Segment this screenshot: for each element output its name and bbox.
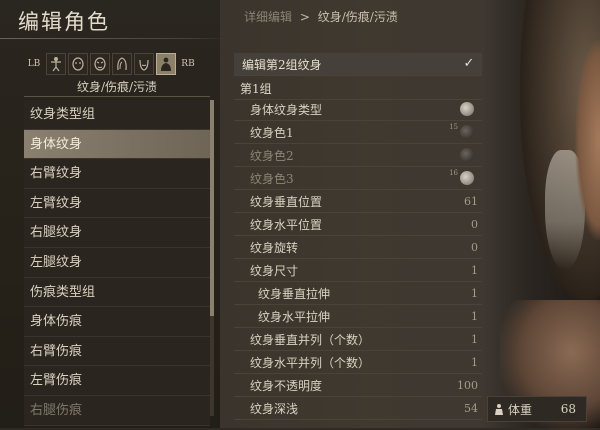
body-tattoo-type-row[interactable]: 身体纹身类型 xyxy=(234,98,482,121)
list-item-tattoo-type-group[interactable]: 纹身类型组 xyxy=(24,100,210,130)
breadcrumb-item-current: 纹身/伤痕/污渍 xyxy=(317,10,398,24)
list-item-right-leg-scar[interactable]: 右腿伤痕 xyxy=(24,395,210,426)
lb-button[interactable]: LB xyxy=(24,53,44,75)
tattoo-horizontal-position-row[interactable]: 纹身水平位置 0 xyxy=(234,213,482,236)
row-value: 1 xyxy=(471,286,478,300)
list-item-scar-type-group[interactable]: 伤痕类型组 xyxy=(24,277,210,308)
tattoo-color-3-row[interactable]: 纹身色3 16 xyxy=(234,167,482,190)
tattoo-horizontal-stretch-row[interactable]: 纹身水平拉伸 1 xyxy=(234,305,482,328)
beard-icon xyxy=(139,59,149,71)
row-value: 0 xyxy=(471,240,478,254)
tab-face[interactable] xyxy=(68,53,88,75)
tab-facial-hair[interactable] xyxy=(134,53,154,75)
row-label: 纹身色1 xyxy=(250,125,294,140)
tattoo-opacity-row[interactable]: 纹身不透明度 100 xyxy=(234,374,482,397)
row-value: 100 xyxy=(457,378,478,392)
list-item-body-tattoo[interactable]: 身体纹身 xyxy=(24,129,210,160)
tattoo-color-2-row[interactable]: 纹身色2 xyxy=(234,144,482,167)
row-label: 纹身垂直拉伸 xyxy=(258,286,331,301)
scrollbar-thumb[interactable] xyxy=(210,100,214,316)
tattoo-size-row[interactable]: 纹身尺寸 1 xyxy=(234,259,482,282)
list-item-right-arm-scar[interactable]: 右臂伤痕 xyxy=(24,336,210,367)
tattoo-edit-panel: 编辑第2组纹身 ✓ 第1组 身体纹身类型 纹身色1 15 纹身色2 纹身色3 1… xyxy=(234,53,482,428)
color-3-swatch xyxy=(460,171,474,185)
row-label: 纹身色3 xyxy=(250,171,294,186)
tab-hair[interactable] xyxy=(112,53,132,75)
swatch-index: 16 xyxy=(449,169,458,177)
checkmark-icon: ✓ xyxy=(463,56,475,71)
tattoo-icon xyxy=(161,57,171,71)
color-2-swatch xyxy=(460,148,474,162)
row-value: 1 xyxy=(471,263,478,277)
weight-value: 68 xyxy=(560,402,576,416)
group-label: 第1组 xyxy=(240,81,272,96)
tattoo-type-swatch xyxy=(460,102,474,116)
tab-tattoo[interactable] xyxy=(156,53,176,75)
row-value: 1 xyxy=(471,332,478,346)
row-label: 纹身旋转 xyxy=(250,240,299,255)
row-label: 纹身尺寸 xyxy=(250,263,299,278)
list-item-right-leg-tattoo[interactable]: 右腿纹身 xyxy=(24,218,210,248)
row-label: 纹身水平拉伸 xyxy=(258,309,331,324)
list-item-right-arm-tattoo[interactable]: 右臂纹身 xyxy=(24,159,210,189)
row-label: 纹身深浅 xyxy=(250,401,299,416)
group-header: 第1组 xyxy=(234,77,482,100)
breadcrumb: 详细编辑 > 纹身/伤痕/污渍 xyxy=(244,8,398,25)
weight-label: 体重 xyxy=(508,402,533,417)
header-divider xyxy=(0,38,230,39)
tab-makeup[interactable] xyxy=(90,53,110,75)
breadcrumb-item-detail[interactable]: 详细编辑 xyxy=(244,10,292,24)
swatch-index: 15 xyxy=(449,123,458,131)
mask-icon xyxy=(94,57,106,71)
list-item-left-arm-tattoo[interactable]: 左臂纹身 xyxy=(24,188,210,219)
body-icon xyxy=(51,57,61,72)
list-item-left-leg-tattoo[interactable]: 左腿纹身 xyxy=(24,247,210,278)
page-title: 编辑角色 xyxy=(18,10,110,34)
category-list: 纹身类型组 身体纹身 右臂纹身 左臂纹身 右腿纹身 左腿纹身 伤痕类型组 身体伤… xyxy=(24,100,210,428)
tab-caption: 纹身/伤痕/污渍 xyxy=(76,80,158,94)
hair-icon xyxy=(117,57,127,71)
row-label: 纹身垂直位置 xyxy=(250,194,323,209)
tab-body[interactable] xyxy=(46,53,66,75)
row-value: 54 xyxy=(464,401,478,415)
row-label: 身体纹身类型 xyxy=(250,102,323,117)
category-tab-row: LB RB xyxy=(24,52,210,76)
tattoo-horizontal-tiling-row[interactable]: 纹身水平并列（个数） 1 xyxy=(234,351,482,374)
tattoo-rotation-row[interactable]: 纹身旋转 0 xyxy=(234,236,482,259)
list-item-body-scar[interactable]: 身体伤痕 xyxy=(24,307,210,337)
tab-caption-divider xyxy=(24,96,210,97)
tattoo-vertical-position-row[interactable]: 纹身垂直位置 61 xyxy=(234,190,482,213)
list-item-left-arm-scar[interactable]: 左臂伤痕 xyxy=(24,366,210,396)
face-icon xyxy=(72,57,84,71)
edit-group-toggle[interactable]: 编辑第2组纹身 ✓ xyxy=(234,53,482,76)
tattoo-depth-row[interactable]: 纹身深浅 54 xyxy=(234,397,482,420)
row-value: 0 xyxy=(471,217,478,231)
row-value: 1 xyxy=(471,309,478,323)
color-1-swatch xyxy=(460,125,474,139)
tattoo-color-1-row[interactable]: 纹身色1 15 xyxy=(234,121,482,144)
row-value: 61 xyxy=(464,194,478,208)
row-label: 纹身水平并列（个数） xyxy=(250,355,371,370)
row-label: 纹身水平位置 xyxy=(250,217,323,232)
row-label: 纹身色2 xyxy=(250,148,294,163)
row-label: 纹身不透明度 xyxy=(250,378,323,393)
breadcrumb-separator: > xyxy=(299,10,310,24)
weight-indicator: 体重 68 xyxy=(487,396,587,422)
row-label: 纹身垂直并列（个数） xyxy=(250,332,371,347)
row-value: 1 xyxy=(471,355,478,369)
category-scrollbar[interactable] xyxy=(210,100,214,416)
character-face xyxy=(575,40,600,240)
weight-icon xyxy=(495,404,503,415)
tattoo-vertical-stretch-row[interactable]: 纹身垂直拉伸 1 xyxy=(234,282,482,305)
edit-group-label: 编辑第2组纹身 xyxy=(242,57,322,72)
tattoo-vertical-tiling-row[interactable]: 纹身垂直并列（个数） 1 xyxy=(234,328,482,351)
rb-button[interactable]: RB xyxy=(178,53,198,75)
